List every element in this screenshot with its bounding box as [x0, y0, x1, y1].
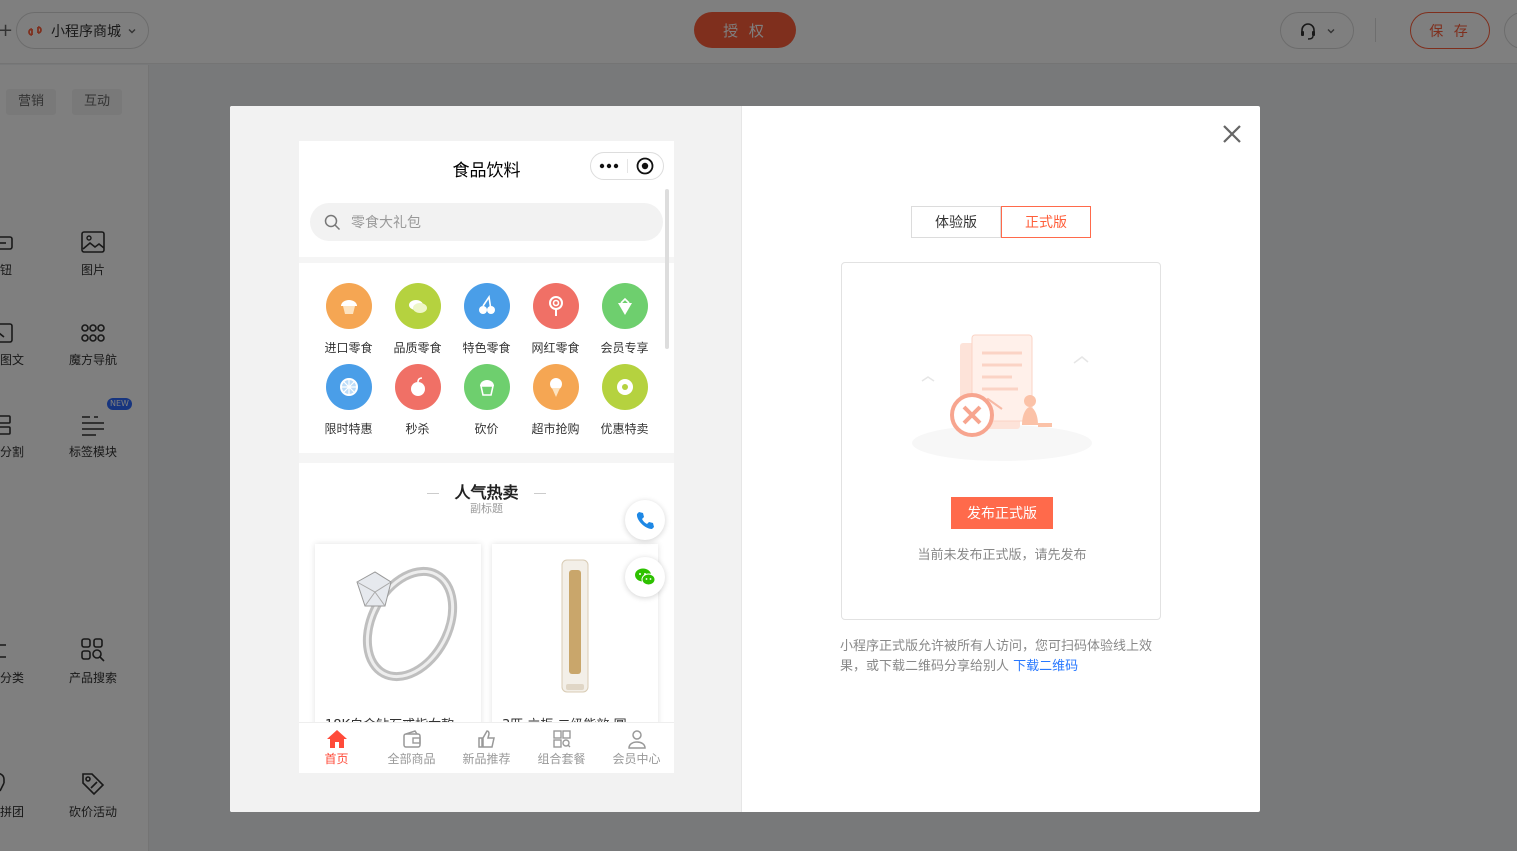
combo-icon [552, 730, 571, 748]
category-item[interactable]: 特色零食 [452, 283, 521, 356]
tab-member-center[interactable]: 会员中心 [599, 723, 674, 773]
download-qrcode-link[interactable]: 下载二维码 [1013, 659, 1078, 674]
category-item[interactable]: 网红零食 [521, 283, 590, 356]
phone-icon [636, 512, 654, 529]
cherry-icon [463, 283, 510, 329]
unpublished-illustration [912, 334, 1092, 461]
phone-tab-bar: 首页 全部商品 新品推荐 组合套餐 会员中心 [299, 722, 674, 773]
diamond-ring-image [356, 566, 458, 682]
cake-cup-icon [463, 364, 510, 410]
muffin-icon [325, 283, 372, 329]
category-item[interactable]: 秒杀 [383, 364, 452, 437]
wallet-icon [402, 730, 421, 748]
category-item[interactable]: 砍价 [452, 364, 521, 437]
tab-official-version[interactable]: 正式版 [1001, 206, 1091, 238]
close-target-icon[interactable] [628, 153, 664, 179]
category-item[interactable]: 限时特惠 [314, 364, 383, 437]
donut-icon [601, 364, 648, 410]
scrollbar[interactable] [665, 189, 669, 349]
apple-icon [394, 364, 441, 410]
ice-cream-icon [532, 364, 579, 410]
tab-trial-version[interactable]: 体验版 [911, 206, 1001, 238]
search-input[interactable]: 零食大礼包 [310, 203, 663, 241]
category-item[interactable]: 优惠特卖 [590, 364, 659, 437]
tab-home[interactable]: 首页 [299, 723, 374, 773]
publish-official-button[interactable]: 发布正式版 [951, 497, 1053, 529]
lemon-slice-icon [325, 364, 372, 410]
phone-nav-bar: 食品饮料 [299, 141, 674, 193]
info-text: 小程序正式版允许被所有人访问，您可扫码体验线上效果，或下载二维码分享给别人 [840, 639, 1153, 674]
capsule-menu[interactable] [590, 152, 664, 180]
section-subtitle: 副标题 [470, 502, 503, 515]
biscuit-icon [394, 283, 441, 329]
wechat-button[interactable] [625, 557, 665, 597]
user-icon [627, 730, 646, 749]
search-icon [324, 214, 341, 230]
strawberry-icon [601, 283, 648, 329]
preview-pane: 食品饮料 零食大礼包 进口零食 品质零食 特色零食 网红零食 会员专享 限时特惠… [230, 106, 742, 812]
home-icon [326, 730, 347, 748]
phone-call-button[interactable] [625, 500, 665, 540]
phone-preview: 食品饮料 零食大礼包 进口零食 品质零食 特色零食 网红零食 会员专享 限时特惠… [299, 141, 674, 773]
close-icon[interactable] [1220, 122, 1244, 146]
category-item[interactable]: 会员专享 [590, 283, 659, 356]
version-switch: 体验版 正式版 [911, 206, 1091, 238]
publish-info: 小程序正式版允许被所有人访问，您可扫码体验线上效果，或下载二维码分享给别人 下载… [840, 637, 1170, 677]
hot-sale-section: 人气热卖 副标题 18K白金钻石戒指女款 [299, 463, 674, 763]
category-item[interactable]: 品质零食 [383, 283, 452, 356]
search-bar-section: 零食大礼包 [299, 193, 674, 257]
tab-all-products[interactable]: 全部商品 [374, 723, 449, 773]
qr-code-card: 发布正式版 当前未发布正式版，请先发布 [841, 262, 1161, 620]
publish-modal: 食品饮料 零食大礼包 进口零食 品质零食 特色零食 网红零食 会员专享 限时特惠… [230, 106, 1260, 812]
unpublished-hint: 当前未发布正式版，请先发布 [917, 548, 1087, 563]
thumbs-up-icon [477, 730, 495, 748]
more-dots-icon[interactable] [591, 153, 627, 179]
category-item[interactable]: 超市抢购 [521, 364, 590, 437]
search-placeholder: 零食大礼包 [351, 215, 421, 231]
lollipop-icon [532, 283, 579, 329]
product-card[interactable]: 18K白金钻石戒指女款 [315, 544, 481, 744]
category-item[interactable]: 进口零食 [314, 283, 383, 356]
tab-new-arrivals[interactable]: 新品推荐 [449, 723, 524, 773]
wechat-icon [635, 568, 656, 586]
tab-combos[interactable]: 组合套餐 [524, 723, 599, 773]
category-grid: 进口零食 品质零食 特色零食 网红零食 会员专享 限时特惠 秒杀 砍价 超市抢购… [299, 263, 674, 453]
